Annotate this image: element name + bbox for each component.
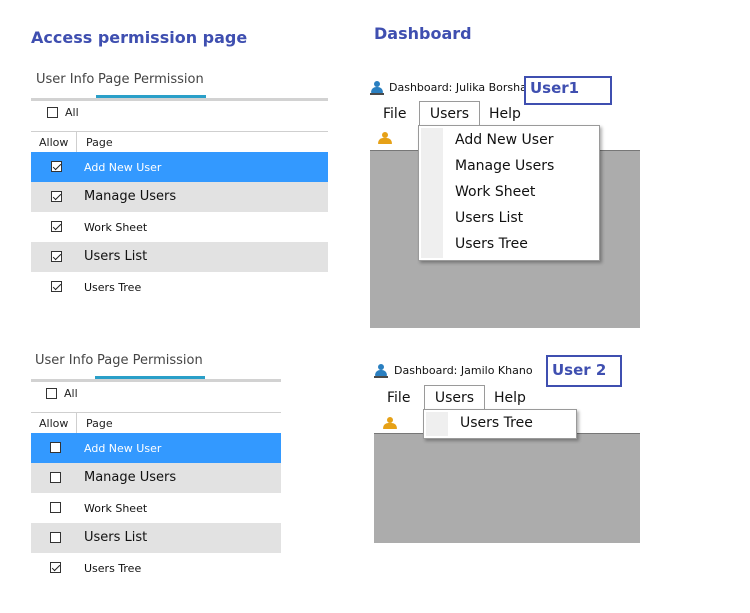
- users-dropdown: Add New User Manage Users Work Sheet Use…: [418, 125, 600, 261]
- table-row[interactable]: Manage Users: [31, 463, 281, 493]
- tab-user-info[interactable]: User Info: [36, 72, 94, 87]
- table-row[interactable]: Users List: [31, 523, 281, 553]
- column-page: Page: [86, 136, 113, 149]
- dropdown-item-users-tree[interactable]: Users Tree: [460, 415, 533, 431]
- column-divider: [76, 132, 77, 152]
- all-checkbox[interactable]: [47, 107, 58, 118]
- menu-help[interactable]: Help: [494, 390, 526, 406]
- row-label: Manage Users: [84, 189, 177, 204]
- window-title: Dashboard: Jamilo Khano: [394, 364, 533, 377]
- row-checkbox[interactable]: [50, 562, 61, 573]
- content-area: [374, 433, 640, 543]
- all-label: All: [64, 387, 78, 400]
- permission-panel-1: User Info Page Permission All Allow Page…: [31, 70, 328, 300]
- table-row[interactable]: Add New User: [31, 433, 281, 463]
- all-checkbox[interactable]: [46, 388, 57, 399]
- row-checkbox[interactable]: [51, 281, 62, 292]
- menu-file[interactable]: File: [387, 390, 410, 406]
- row-label: Users List: [84, 249, 148, 264]
- dropdown-gutter: [426, 412, 448, 436]
- row-checkbox[interactable]: [50, 532, 61, 543]
- user-icon: [370, 81, 384, 95]
- dashboard-window-2: Dashboard: Jamilo Khano User 2 File User…: [374, 355, 640, 543]
- table-row[interactable]: Users Tree: [31, 553, 281, 583]
- menu-users[interactable]: Users: [424, 385, 485, 410]
- dashboard-heading: Dashboard: [374, 24, 472, 43]
- row-checkbox[interactable]: [51, 161, 62, 172]
- grid-header: Allow Page: [31, 412, 281, 434]
- tab-user-info[interactable]: User Info: [35, 353, 93, 368]
- permission-panel-2: User Info Page Permission All Allow Page…: [31, 351, 281, 581]
- row-label: Work Sheet: [84, 221, 148, 234]
- column-allow: Allow: [39, 136, 69, 149]
- row-checkbox[interactable]: [51, 221, 62, 232]
- row-checkbox[interactable]: [51, 251, 62, 262]
- dropdown-item-manage-users[interactable]: Manage Users: [455, 158, 554, 174]
- column-page: Page: [86, 417, 113, 430]
- window-title: Dashboard: Julika Borsha: [389, 81, 527, 94]
- table-row[interactable]: Work Sheet: [31, 493, 281, 523]
- table-row[interactable]: Work Sheet: [31, 212, 328, 242]
- row-checkbox[interactable]: [50, 442, 61, 453]
- row-label: Add New User: [84, 161, 162, 174]
- tab-bar: User Info Page Permission: [31, 70, 328, 101]
- row-label: Users List: [84, 530, 148, 545]
- user-icon[interactable]: [383, 417, 397, 429]
- row-label: Add New User: [84, 442, 162, 455]
- tab-page-permission[interactable]: Page Permission: [95, 353, 205, 379]
- dropdown-item-add-new-user[interactable]: Add New User: [455, 132, 553, 148]
- dashboard-window-1: Dashboard: Julika Borsha User1 File User…: [370, 76, 640, 328]
- row-checkbox[interactable]: [50, 502, 61, 513]
- table-row[interactable]: Users List: [31, 242, 328, 272]
- tab-page-permission[interactable]: Page Permission: [96, 72, 206, 98]
- user-badge: User1: [524, 76, 612, 105]
- menu-help[interactable]: Help: [489, 106, 521, 122]
- table-row[interactable]: Add New User: [31, 152, 328, 182]
- menu-file[interactable]: File: [383, 106, 406, 122]
- row-label: Users Tree: [84, 562, 142, 575]
- tab-bar: User Info Page Permission: [31, 351, 281, 382]
- table-row[interactable]: Manage Users: [31, 182, 328, 212]
- dropdown-gutter: [421, 128, 443, 258]
- user-icon[interactable]: [378, 132, 392, 144]
- access-permission-heading: Access permission page: [31, 28, 248, 47]
- column-allow: Allow: [39, 417, 69, 430]
- dropdown-item-users-tree[interactable]: Users Tree: [455, 236, 528, 252]
- menu-users[interactable]: Users: [419, 101, 480, 126]
- row-checkbox[interactable]: [50, 472, 61, 483]
- table-row[interactable]: Users Tree: [31, 272, 328, 302]
- user-badge: User 2: [546, 355, 622, 387]
- dropdown-item-users-list[interactable]: Users List: [455, 210, 523, 226]
- column-divider: [76, 413, 77, 433]
- row-label: Users Tree: [84, 281, 142, 294]
- dropdown-item-work-sheet[interactable]: Work Sheet: [455, 184, 535, 200]
- row-label: Manage Users: [84, 470, 177, 485]
- row-checkbox[interactable]: [51, 191, 62, 202]
- user-icon: [374, 364, 388, 378]
- all-label: All: [65, 106, 79, 119]
- grid-header: Allow Page: [31, 131, 328, 153]
- row-label: Work Sheet: [84, 502, 148, 515]
- users-dropdown: Users Tree: [423, 409, 577, 439]
